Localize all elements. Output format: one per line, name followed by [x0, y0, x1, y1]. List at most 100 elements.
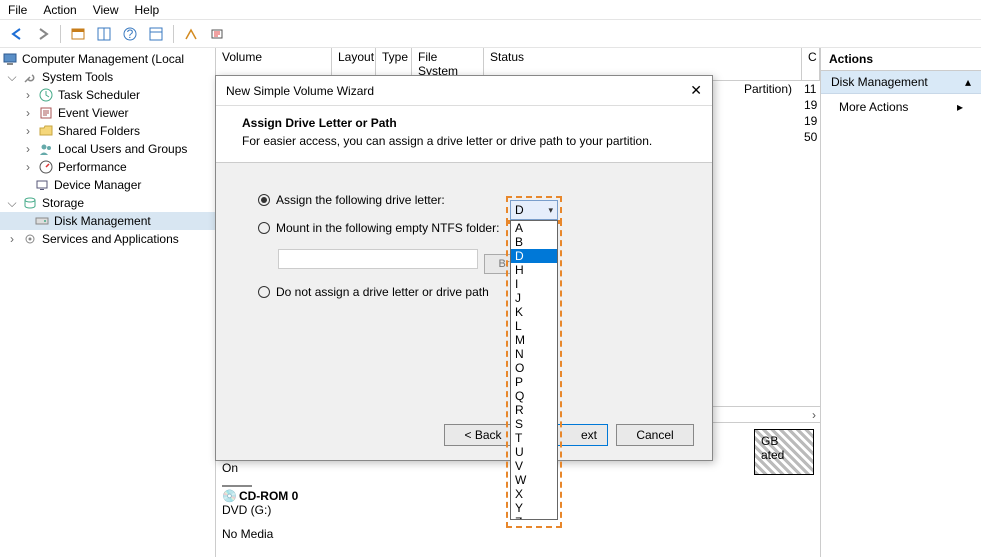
chevron-down-icon[interactable]: ⌵: [6, 70, 18, 85]
tree-root[interactable]: Computer Management (Local: [0, 50, 215, 68]
gb-label: GB: [761, 434, 807, 448]
collapse-icon[interactable]: ▴: [965, 75, 971, 89]
chevron-right-icon[interactable]: ›: [22, 106, 34, 120]
option-none-label: Do not assign a drive letter or drive pa…: [276, 285, 489, 299]
actions-section-disk-management[interactable]: Disk Management ▴: [821, 71, 981, 94]
drive-letter-option[interactable]: Z: [511, 515, 557, 520]
drive-letter-dropdown-wrap: D ▾ ABDHIJKLMNOPQRSTUVWXYZ: [510, 200, 558, 520]
tree-root-label: Computer Management (Local: [22, 52, 184, 66]
menu-bar: File Action View Help: [0, 0, 981, 20]
toolbar-icon-6[interactable]: [206, 23, 228, 45]
label: Local Users and Groups: [58, 142, 187, 156]
drive-letter-option[interactable]: V: [511, 459, 557, 473]
folder-icon: [38, 123, 54, 139]
toolbar-icon-4[interactable]: [145, 23, 167, 45]
tree-task-scheduler[interactable]: › Task Scheduler: [0, 86, 215, 104]
drive-letter-option[interactable]: S: [511, 417, 557, 431]
performance-icon: [38, 159, 54, 175]
svg-text:?: ?: [127, 27, 134, 41]
drive-letter-option[interactable]: K: [511, 305, 557, 319]
computer-icon: [2, 51, 18, 67]
label: Disk Management: [54, 214, 151, 228]
tree-local-users[interactable]: › Local Users and Groups: [0, 140, 215, 158]
separator: [173, 25, 174, 43]
cancel-button[interactable]: Cancel: [616, 424, 694, 446]
help-icon[interactable]: ?: [119, 23, 141, 45]
partition-unallocated[interactable]: GB ated: [754, 429, 814, 475]
drive-letter-option[interactable]: H: [511, 263, 557, 277]
tree-system-tools[interactable]: ⌵ System Tools: [0, 68, 215, 86]
radio-icon[interactable]: [258, 194, 270, 206]
drive-letter-option[interactable]: O: [511, 361, 557, 375]
drive-letter-combo[interactable]: D ▾: [510, 200, 558, 220]
cap-cell: 11: [798, 81, 820, 97]
ated-label: ated: [761, 448, 807, 462]
drive-letter-option[interactable]: I: [511, 277, 557, 291]
menu-file[interactable]: File: [8, 3, 27, 17]
drive-letter-option[interactable]: A: [511, 221, 557, 235]
tree-device-manager[interactable]: Device Manager: [0, 176, 215, 194]
chevron-right-icon: ▸: [957, 100, 963, 114]
drive-letter-option[interactable]: X: [511, 487, 557, 501]
drive-letter-option[interactable]: W: [511, 473, 557, 487]
drive-letter-option[interactable]: T: [511, 431, 557, 445]
menu-action[interactable]: Action: [43, 3, 76, 17]
option-no-assign[interactable]: Do not assign a drive letter or drive pa…: [258, 285, 682, 299]
chevron-right-icon[interactable]: ›: [22, 160, 34, 174]
tree-pane[interactable]: Computer Management (Local ⌵ System Tool…: [0, 48, 216, 557]
wizard-header: Assign Drive Letter or Path For easier a…: [216, 106, 712, 163]
label: System Tools: [42, 70, 113, 84]
drive-letter-option[interactable]: Y: [511, 501, 557, 515]
wizard-titlebar[interactable]: New Simple Volume Wizard ✕: [216, 76, 712, 106]
menu-view[interactable]: View: [93, 3, 119, 17]
radio-icon[interactable]: [258, 222, 270, 234]
option-assign-letter[interactable]: Assign the following drive letter:: [258, 193, 682, 207]
back-button[interactable]: [6, 23, 28, 45]
drive-letter-option[interactable]: Q: [511, 389, 557, 403]
cap-cell: 19: [798, 113, 820, 129]
mount-folder-input: [278, 249, 478, 269]
device-icon: [34, 177, 50, 193]
drive-letter-option[interactable]: N: [511, 347, 557, 361]
drive-letter-option[interactable]: J: [511, 291, 557, 305]
tree-services[interactable]: › Services and Applications: [0, 230, 215, 248]
actions-more[interactable]: More Actions ▸: [821, 94, 981, 120]
toolbar-icon-2[interactable]: [93, 23, 115, 45]
chevron-right-icon[interactable]: ›: [22, 124, 34, 138]
toolbar: ?: [0, 20, 981, 48]
drive-letter-selected: D: [515, 203, 524, 217]
label: Event Viewer: [58, 106, 128, 120]
option-mount-folder[interactable]: Mount in the following empty NTFS folder…: [258, 221, 682, 235]
drive-letter-option[interactable]: D: [511, 249, 557, 263]
radio-icon[interactable]: [258, 286, 270, 298]
wizard-footer: < Back ext Cancel: [444, 424, 694, 446]
drive-letter-option[interactable]: M: [511, 333, 557, 347]
tree-storage[interactable]: ⌵ Storage: [0, 194, 215, 212]
drive-letter-option[interactable]: R: [511, 403, 557, 417]
wizard-title-label: New Simple Volume Wizard: [226, 84, 374, 98]
tree-disk-management[interactable]: Disk Management: [0, 212, 215, 230]
tree-event-viewer[interactable]: › Event Viewer: [0, 104, 215, 122]
close-button[interactable]: ✕: [690, 82, 702, 99]
chevron-down-icon[interactable]: ⌵: [6, 196, 18, 211]
tree-performance[interactable]: › Performance: [0, 158, 215, 176]
forward-button[interactable]: [32, 23, 54, 45]
label: Task Scheduler: [58, 88, 140, 102]
drive-letter-option[interactable]: U: [511, 445, 557, 459]
col-capacity[interactable]: C: [802, 48, 820, 80]
menu-help[interactable]: Help: [135, 3, 160, 17]
toolbar-icon-1[interactable]: [67, 23, 89, 45]
tree-shared-folders[interactable]: › Shared Folders: [0, 122, 215, 140]
chevron-right-icon[interactable]: ›: [6, 232, 18, 246]
drive-letter-option[interactable]: L: [511, 319, 557, 333]
toolbar-icon-5[interactable]: [180, 23, 202, 45]
clock-icon: [38, 87, 54, 103]
wizard-subheading: For easier access, you can assign a driv…: [242, 134, 692, 148]
drive-letter-option[interactable]: P: [511, 375, 557, 389]
chevron-right-icon[interactable]: ›: [22, 142, 34, 156]
actions-pane: Actions Disk Management ▴ More Actions ▸: [821, 48, 981, 557]
option-mount-label: Mount in the following empty NTFS folder…: [276, 221, 499, 235]
chevron-right-icon[interactable]: ›: [22, 88, 34, 102]
drive-letter-option[interactable]: B: [511, 235, 557, 249]
drive-letter-listbox[interactable]: ABDHIJKLMNOPQRSTUVWXYZ: [510, 220, 558, 520]
